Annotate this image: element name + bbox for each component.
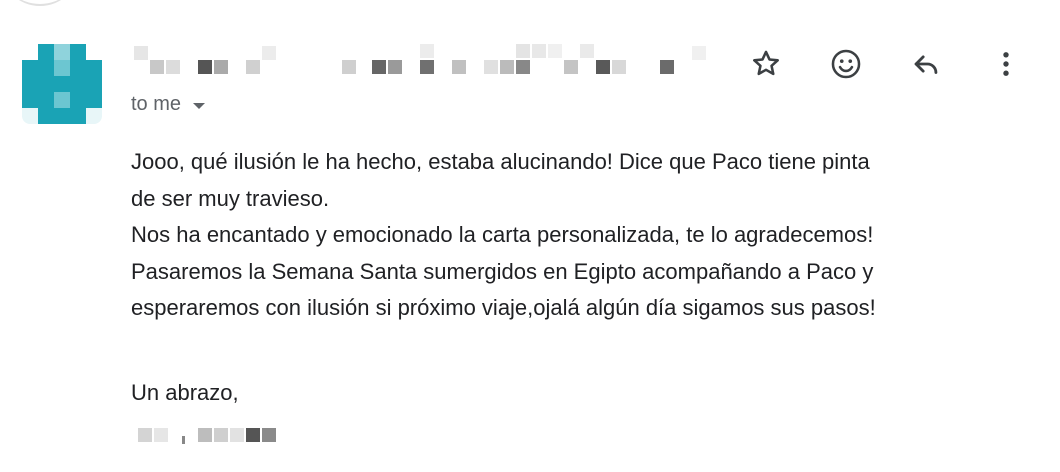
body-line: Jooo, qué ilusión le ha hecho, estaba al…	[131, 149, 870, 174]
reply-button[interactable]	[906, 46, 946, 86]
add-reaction-button[interactable]	[826, 46, 866, 86]
recipient-details-toggle[interactable]: to me	[131, 93, 206, 116]
more-vertical-icon	[989, 47, 1023, 86]
signoff: Un abrazo,	[131, 380, 239, 405]
body-line: de ser muy travieso.	[131, 185, 330, 211]
reply-icon	[909, 47, 943, 86]
star-button[interactable]	[746, 46, 786, 86]
more-options-button[interactable]	[986, 46, 1026, 86]
caret-down-icon	[193, 102, 206, 109]
avatar[interactable]	[22, 44, 102, 124]
message-actions	[746, 46, 1036, 86]
star-icon	[749, 47, 783, 86]
recipient-label: to me	[131, 93, 182, 115]
body-line: esperaremos con ilusión si próximo viaje…	[131, 295, 876, 320]
previous-message-edge	[0, 0, 80, 6]
emoji-icon	[829, 47, 863, 86]
body-line: Nos ha encantado y emocionado la carta p…	[131, 222, 874, 247]
message-body: Jooo, qué ilusión le ha hecho, estaba al…	[131, 144, 1031, 327]
body-line: Pasaremos la Semana Santa sumergidos en …	[131, 258, 874, 284]
